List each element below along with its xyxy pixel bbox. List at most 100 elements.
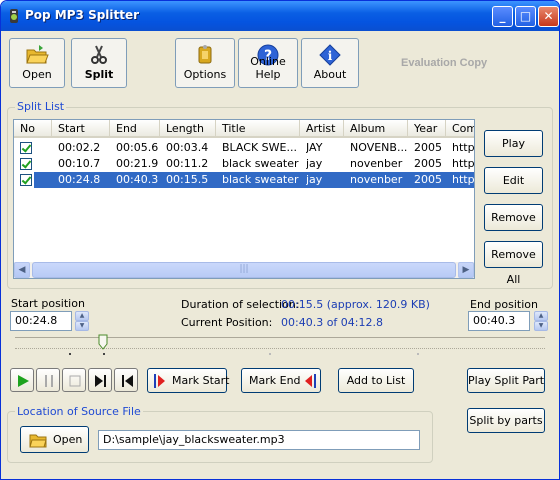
mark-start-icon xyxy=(154,374,165,388)
mark-end-icon xyxy=(305,374,316,388)
spin-up-icon[interactable]: ▲ xyxy=(534,311,548,321)
cell-start: 00:24.8 xyxy=(58,173,101,186)
stop-button[interactable] xyxy=(62,368,86,392)
scroll-right-icon[interactable]: ▶ xyxy=(458,262,474,278)
spin-up-icon[interactable]: ▲ xyxy=(75,311,89,321)
cell-length: 00:11.2 xyxy=(166,157,209,170)
column-header[interactable]: Year xyxy=(408,120,446,138)
duration-value: 00:15.5 (approx. 120.9 KB) xyxy=(281,298,430,311)
cell-start: 00:02.2 xyxy=(58,141,101,154)
slider-thumb-icon[interactable] xyxy=(98,334,108,350)
row-checkbox[interactable] xyxy=(20,142,32,154)
pause-button[interactable] xyxy=(36,368,60,392)
cell-year: 2005 xyxy=(414,141,442,154)
table-row[interactable]: 00:02.2 00:05.6 00:03.4 BLACK SWE... JAY NOVE… xyxy=(14,140,474,156)
open-button[interactable]: Open xyxy=(9,38,65,88)
split-list-title: Split List xyxy=(15,100,67,113)
pause-icon xyxy=(45,375,53,387)
horizontal-scrollbar[interactable]: ◀ ||| ▶ xyxy=(14,262,474,278)
mark-start-button[interactable]: Mark Start xyxy=(147,368,230,393)
start-position-label: Start position xyxy=(11,297,85,310)
table-row[interactable]: 00:24.8 00:40.3 00:15.5 black sweater jay nov… xyxy=(14,172,474,188)
end-position-field[interactable]: 00:40.3 xyxy=(468,311,530,331)
source-open-button[interactable]: Open xyxy=(20,426,89,453)
spin-down-icon[interactable]: ▼ xyxy=(75,321,89,331)
maximize-button[interactable]: □ xyxy=(515,6,536,27)
scissors-icon xyxy=(91,45,107,64)
row-checkbox[interactable] xyxy=(20,174,32,186)
split-button[interactable]: Split xyxy=(71,38,127,88)
cell-start: 00:10.7 xyxy=(58,157,101,170)
play-split-part-button[interactable]: Play Split Part xyxy=(467,368,545,393)
scrollbar-thumb[interactable]: ||| xyxy=(32,262,456,278)
slider-tick xyxy=(269,353,271,355)
main-window: Pop MP3 Splitter _ □ ✕ Open Split Option… xyxy=(0,0,560,480)
cell-album: NOVENB... xyxy=(350,141,408,154)
options-button[interactable]: Options xyxy=(175,38,235,88)
mark-end-tick xyxy=(103,353,105,355)
scroll-left-icon[interactable]: ◀ xyxy=(14,262,30,278)
app-icon xyxy=(10,9,18,23)
cell-end: 00:40.3 xyxy=(116,173,159,186)
current-position-value: 00:40.3 of 04:12.8 xyxy=(281,316,383,329)
cell-end: 00:05.6 xyxy=(116,141,159,154)
remove-all-button[interactable]: Remove All xyxy=(484,241,543,286)
about-label: About xyxy=(313,68,347,81)
open-folder-icon xyxy=(29,434,47,448)
previous-button[interactable] xyxy=(114,368,138,392)
column-header[interactable]: No xyxy=(14,120,52,138)
mark-start-label: Mark Start xyxy=(172,374,230,387)
cell-title: black sweater xyxy=(222,173,299,186)
cell-title: black sweater xyxy=(222,157,299,170)
row-checkbox[interactable] xyxy=(20,158,32,170)
cell-comment: http:// xyxy=(452,141,475,154)
column-header[interactable]: End xyxy=(110,120,160,138)
column-header[interactable]: Artist xyxy=(300,120,344,138)
start-position-stepper[interactable]: ▲ ▼ xyxy=(75,311,89,331)
next-button[interactable] xyxy=(88,368,112,392)
edit-button[interactable]: Edit xyxy=(484,167,543,194)
title-bar[interactable]: Pop MP3 Splitter _ □ ✕ xyxy=(1,1,559,31)
slider-tick xyxy=(417,353,419,355)
mark-end-label: Mark End xyxy=(249,374,301,387)
cell-comment: http:// xyxy=(452,157,475,170)
play-transport-button[interactable] xyxy=(10,368,34,392)
split-by-parts-button[interactable]: Split by parts xyxy=(467,408,545,433)
play-button[interactable]: Play xyxy=(484,130,543,157)
start-position-field[interactable]: 00:24.8 xyxy=(10,311,72,331)
minimize-button[interactable]: _ xyxy=(492,6,513,27)
minimize-icon: _ xyxy=(499,9,506,23)
column-header[interactable]: Start xyxy=(52,120,110,138)
skip-forward-icon xyxy=(95,375,106,387)
cell-year: 2005 xyxy=(414,157,442,170)
column-header[interactable]: Length xyxy=(160,120,216,138)
spin-down-icon[interactable]: ▼ xyxy=(534,321,548,331)
options-icon xyxy=(198,45,212,64)
svg-text:i: i xyxy=(328,49,333,63)
source-file-path[interactable]: D:\sample\jay_blacksweater.mp3 xyxy=(98,430,420,450)
cell-length: 00:03.4 xyxy=(166,141,209,154)
mark-end-button[interactable]: Mark End xyxy=(241,368,321,393)
window-title: Pop MP3 Splitter xyxy=(25,8,140,22)
table-row[interactable]: 00:10.7 00:21.9 00:11.2 black sweater jay nov… xyxy=(14,156,474,172)
add-to-list-button[interactable]: Add to List xyxy=(338,368,414,393)
remove-button[interactable]: Remove xyxy=(484,204,543,231)
open-label: Open xyxy=(22,68,52,81)
cell-comment: http:// xyxy=(452,173,475,186)
about-button[interactable]: i About xyxy=(301,38,359,88)
column-header[interactable]: Album xyxy=(344,120,408,138)
online-help-button[interactable]: ? Online Help xyxy=(238,38,298,88)
cell-album: novenber xyxy=(350,157,403,170)
mark-start-tick xyxy=(69,353,71,355)
skip-back-icon xyxy=(122,375,133,387)
cell-title: BLACK SWE... xyxy=(222,141,297,154)
evaluation-copy-label: Evaluation Copy xyxy=(401,57,488,69)
position-slider[interactable] xyxy=(15,337,545,349)
split-label: Split xyxy=(84,68,114,81)
split-list-table[interactable]: NoStartEndLengthTitleArtistAlbumYearComm… xyxy=(13,119,475,279)
column-header[interactable]: Title xyxy=(216,120,300,138)
end-position-stepper[interactable]: ▲ ▼ xyxy=(534,311,548,331)
close-button[interactable]: ✕ xyxy=(538,6,559,27)
column-header[interactable]: Comm xyxy=(446,120,474,138)
play-icon xyxy=(18,375,29,387)
